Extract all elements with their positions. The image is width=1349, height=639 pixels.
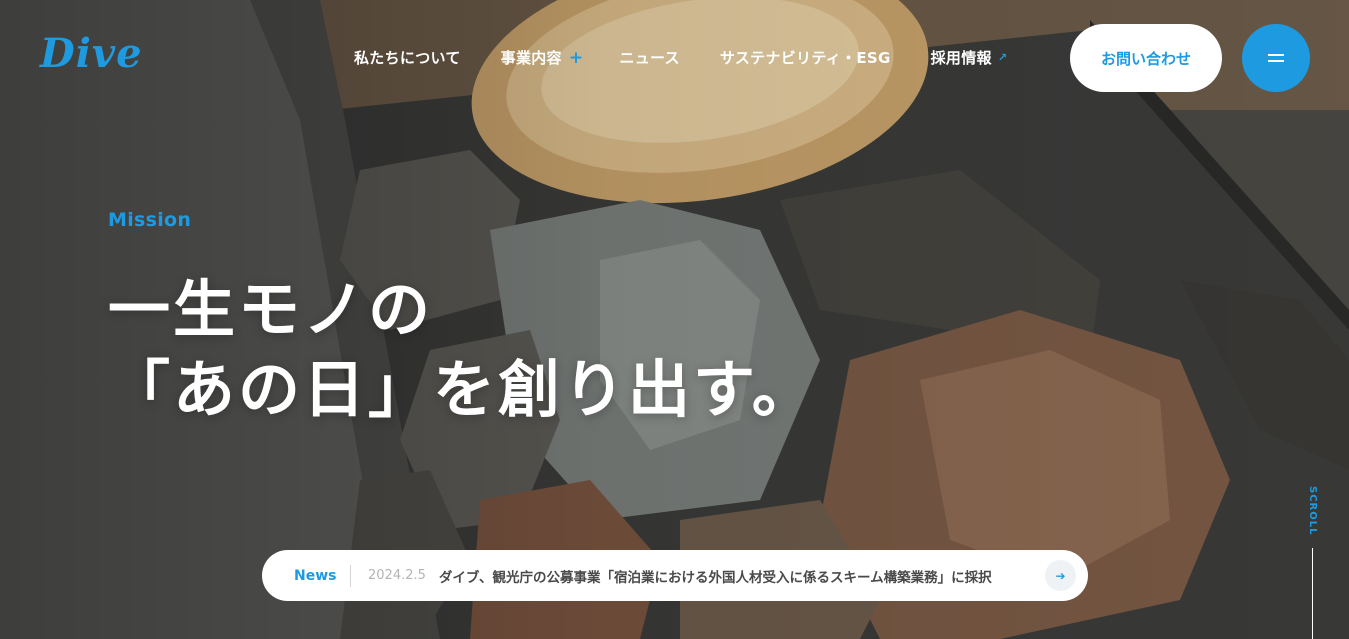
- nav-business-label: 事業内容: [500, 49, 562, 67]
- site-logo[interactable]: Dive: [40, 30, 150, 84]
- nav-item-about[interactable]: 私たちについて: [354, 47, 461, 68]
- logo-text: Dive: [40, 30, 143, 77]
- nav-recruit-label: 採用情報: [930, 49, 992, 67]
- news-date: 2024.2.5: [368, 568, 426, 583]
- nav-about-label: 私たちについて: [354, 49, 461, 67]
- nav-news-label: ニュース: [619, 49, 680, 67]
- scroll-indicator[interactable]: SCROLL: [1300, 486, 1324, 639]
- hero-headline-line-1: 一生モノの: [108, 273, 434, 346]
- plus-icon: +: [568, 47, 584, 68]
- contact-button[interactable]: お問い合わせ: [1070, 24, 1222, 92]
- nav-item-news[interactable]: ニュース: [619, 47, 679, 68]
- scroll-line: [1312, 548, 1313, 639]
- menu-button[interactable]: [1242, 24, 1310, 92]
- contact-button-label: お問い合わせ: [1100, 49, 1191, 68]
- nav-item-sustainability[interactable]: サステナビリティ・ESG: [720, 47, 891, 68]
- news-label: News: [294, 567, 337, 584]
- nav-item-recruit[interactable]: 採用情報 ↗: [931, 47, 1008, 68]
- arrow-right-icon[interactable]: ➔: [1045, 560, 1076, 591]
- news-divider: [350, 564, 351, 587]
- hero-headline: 一生モノの 「あの日」を創り出す。: [108, 270, 817, 430]
- main-navigation: 私たちについて 事業内容 + ニュース サステナビリティ・ESG 採用情報 ↗: [354, 47, 1007, 68]
- nav-sustainability-label: サステナビリティ・ESG: [719, 49, 891, 67]
- news-title-link[interactable]: ダイブ、観光庁の公募事業「宿泊業における外国人材受入に係るスキーム構築業務」に採…: [439, 566, 992, 586]
- news-ticker[interactable]: News 2024.2.5 ダイブ、観光庁の公募事業「宿泊業における外国人材受入…: [262, 550, 1088, 601]
- nav-item-business[interactable]: 事業内容 +: [501, 47, 584, 68]
- hamburger-icon: [1268, 54, 1284, 62]
- hero-eyebrow: Mission: [108, 209, 192, 231]
- external-link-icon: ↗: [997, 51, 1008, 64]
- hero-headline-line-2: 「あの日」を創り出す。: [108, 353, 817, 426]
- scroll-label: SCROLL: [1307, 486, 1318, 536]
